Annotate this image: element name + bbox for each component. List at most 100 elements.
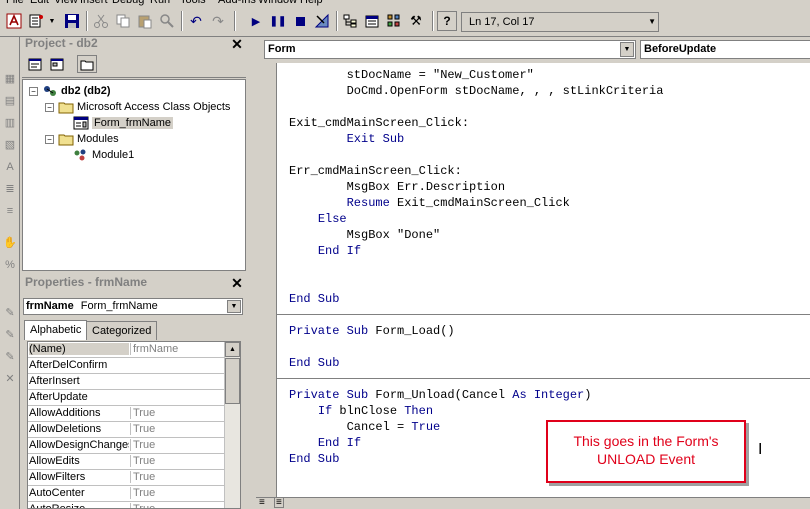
menu-item[interactable]: Add-Ins [218,0,256,6]
paste-icon[interactable] [135,11,155,31]
toolbox-icon[interactable]: ⚒ [406,11,426,31]
access-icon[interactable] [4,11,24,31]
close-icon[interactable]: ✕ [230,276,244,290]
reset-icon[interactable] [290,11,310,31]
code-line[interactable]: stDocName = "New_Customer" [289,67,534,83]
view-code-icon[interactable] [25,55,45,73]
code-line[interactable]: Else [289,211,347,227]
menu-item[interactable]: Edit [30,0,49,6]
collapse-icon[interactable]: − [45,102,54,112]
code-line[interactable]: Exit_cmdMainScreen_Click: [289,115,469,131]
property-value[interactable]: True [130,423,224,435]
object-selector[interactable]: frmName Form_frmName ▼ [23,298,243,315]
properties-pane-title: Properties - frmName [25,275,148,289]
annotation-line-2: UNLOAD Event [596,451,696,467]
menu-item[interactable]: View [54,0,78,6]
toolbar-icon: ✋ [3,237,17,249]
code-keyword: End If [317,436,362,450]
property-row[interactable]: (Name) frmName [28,342,224,358]
properties-icon[interactable] [362,11,382,31]
code-line[interactable]: End Sub [289,355,339,371]
code-line[interactable]: MsgBox Err.Description [289,179,505,195]
close-icon[interactable]: ✕ [230,37,244,51]
code-line[interactable]: If blnClose Then [289,403,433,419]
break-icon[interactable]: ❚❚ [268,11,288,31]
object-browser-icon[interactable] [384,11,404,31]
save-icon[interactable] [62,11,82,31]
chevron-down-icon[interactable]: ▼ [648,17,656,26]
code-line[interactable]: Resume Exit_cmdMainScreen_Click [289,195,570,211]
toggle-folders-icon[interactable] [77,55,97,73]
property-row[interactable]: AllowAdditions True [28,406,224,422]
tree-item[interactable]: − db2 (db2) [29,83,111,99]
menu-item[interactable]: File [6,0,24,6]
scroll-up-icon[interactable]: ▲ [225,342,240,357]
tree-item[interactable]: − Modules [45,131,119,147]
project-explorer-icon[interactable] [340,11,360,31]
margin-indicator-bar[interactable] [256,63,277,497]
procedure-combo[interactable]: BeforeUpdate [640,40,810,59]
object-combo[interactable]: Form ▼ [264,40,636,59]
menu-item[interactable]: Run [150,0,170,6]
property-row[interactable]: AutoResize True [28,502,224,508]
property-row[interactable]: AfterDelConfirm [28,358,224,374]
code-line[interactable]: Cancel = True [289,419,441,435]
property-value[interactable]: True [130,455,224,467]
code-line[interactable]: End If [289,435,361,451]
property-value[interactable]: True [130,407,224,419]
code-line[interactable]: Private Sub Form_Unload(Cancel As Intege… [289,387,591,403]
tree-item[interactable]: Form_frmName [73,115,174,131]
property-row[interactable]: AllowDesignChanges True [28,438,224,454]
code-line[interactable]: Private Sub Form_Load() [289,323,455,339]
property-row[interactable]: AllowEdits True [28,454,224,470]
property-value[interactable]: True [130,471,224,483]
run-icon[interactable]: ▶ [246,11,266,31]
property-row[interactable]: AllowDeletions True [28,422,224,438]
property-row[interactable]: AfterInsert [28,374,224,390]
property-row[interactable]: AllowFilters True [28,470,224,486]
menu-item[interactable]: Help [300,0,323,6]
text-cursor-icon: I [758,441,763,458]
tab-alphabetic[interactable]: Alphabetic [24,320,88,340]
code-line[interactable]: Err_cmdMainScreen_Click: [289,163,462,179]
copy-icon[interactable] [113,11,133,31]
design-mode-icon[interactable] [312,11,332,31]
view-object-icon[interactable] [47,55,67,73]
vertical-scrollbar[interactable]: ▲ [224,342,240,508]
property-value[interactable]: True [130,487,224,499]
chevron-down-icon[interactable]: ▼ [46,11,58,31]
chevron-down-icon[interactable]: ▼ [620,42,634,57]
code-line[interactable]: Exit Sub [289,131,405,147]
code-line[interactable]: End If [289,243,361,259]
help-icon[interactable]: ? [437,11,457,31]
code-line[interactable]: End Sub [289,451,339,467]
code-line[interactable]: MsgBox "Done" [289,227,441,243]
find-icon[interactable] [157,11,177,31]
code-line[interactable]: DoCmd.OpenForm stDocName, , , stLinkCrit… [289,83,664,99]
menu-item[interactable]: Insert [80,0,108,6]
insert-module-icon[interactable] [26,11,46,31]
full-module-view-icon[interactable]: ≡ [274,497,284,508]
menu-item[interactable]: Debug [112,0,144,6]
collapse-icon[interactable]: − [45,134,54,144]
tree-item-label: Form_frmName [92,117,174,129]
chevron-down-icon[interactable]: ▼ [227,300,241,313]
undo-icon[interactable]: ↶ [186,11,206,31]
collapse-icon[interactable]: − [29,86,38,96]
scroll-thumb[interactable] [225,358,240,404]
property-name: AutoCenter [29,487,85,499]
tree-item[interactable]: Module1 [73,147,134,163]
cut-icon[interactable] [91,11,111,31]
procedure-view-icon[interactable]: ≡ [259,497,265,508]
property-value[interactable]: frmName [130,343,224,355]
code-line[interactable]: End Sub [289,291,339,307]
menu-item[interactable]: Tools [180,0,206,6]
property-row[interactable]: AutoCenter True [28,486,224,502]
property-value[interactable]: True [130,439,224,451]
redo-icon[interactable]: ↷ [208,11,228,31]
property-value[interactable]: True [130,503,224,508]
menu-item[interactable]: Window [258,0,297,6]
property-row[interactable]: AfterUpdate [28,390,224,406]
tab-categorized[interactable]: Categorized [86,321,158,340]
tree-item[interactable]: − Microsoft Access Class Objects [45,99,230,115]
